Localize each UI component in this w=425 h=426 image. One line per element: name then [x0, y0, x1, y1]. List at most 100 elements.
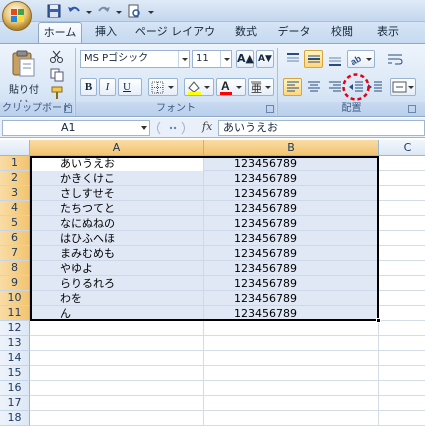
- underline-icon: U: [123, 81, 131, 93]
- gridline: [30, 335, 425, 336]
- cell-a[interactable]: まみむめも: [60, 246, 115, 261]
- redo-icon[interactable]: [96, 3, 112, 19]
- grow-font-button[interactable]: A▲: [236, 50, 254, 68]
- name-box[interactable]: A1: [2, 120, 150, 136]
- clipboard-launcher-icon[interactable]: [64, 105, 72, 113]
- align-top-button[interactable]: [283, 50, 302, 68]
- row-header[interactable]: 12: [0, 321, 30, 336]
- column-header-b[interactable]: B: [204, 140, 379, 156]
- tab-home[interactable]: ホーム: [38, 22, 82, 43]
- undo-dropdown-icon[interactable]: [86, 3, 92, 19]
- cell-a[interactable]: らりるれろ: [60, 276, 115, 291]
- cell-a[interactable]: たちつてと: [60, 201, 115, 216]
- font-launcher-icon[interactable]: [266, 105, 274, 113]
- format-painter-button[interactable]: [48, 85, 66, 99]
- merge-center-button[interactable]: [390, 78, 416, 96]
- orientation-button[interactable]: ab: [347, 50, 375, 68]
- cell-a[interactable]: やゆよ: [60, 261, 93, 276]
- font-size-combo[interactable]: 11: [192, 50, 232, 68]
- cell-b[interactable]: 123456789: [234, 186, 297, 201]
- underline-button[interactable]: U: [118, 78, 142, 96]
- undo-icon[interactable]: [66, 3, 82, 19]
- cell-b[interactable]: 123456789: [234, 261, 297, 276]
- italic-button[interactable]: I: [99, 78, 116, 96]
- paste-button[interactable]: 貼り付け: [4, 48, 42, 111]
- column-header-c[interactable]: C: [379, 140, 425, 156]
- print-preview-icon[interactable]: [126, 3, 142, 19]
- chevron-down-icon[interactable]: [220, 51, 231, 67]
- cell-b[interactable]: 123456789: [234, 156, 297, 171]
- bold-icon: B: [84, 81, 93, 93]
- cell-b[interactable]: 123456789: [234, 201, 297, 216]
- align-center-button[interactable]: [304, 78, 323, 96]
- row-header[interactable]: 18: [0, 411, 30, 426]
- align-bottom-button[interactable]: [325, 50, 344, 68]
- customize-icon[interactable]: [146, 3, 156, 19]
- wrap-text-button[interactable]: [384, 50, 406, 68]
- text-orientation-icon: ab: [349, 53, 372, 67]
- tab-data[interactable]: データ: [272, 22, 316, 43]
- cell-a[interactable]: かきくけこ: [60, 171, 115, 186]
- row-header[interactable]: 16: [0, 381, 30, 396]
- copy-button[interactable]: [48, 67, 66, 83]
- chevron-down-icon[interactable]: [178, 51, 189, 67]
- row-header[interactable]: 3: [0, 186, 30, 201]
- bold-button[interactable]: B: [80, 78, 97, 96]
- redo-dropdown-icon[interactable]: [116, 3, 122, 19]
- row-header[interactable]: 4: [0, 201, 30, 216]
- row-header[interactable]: 10: [0, 291, 30, 306]
- gridline: [30, 350, 425, 351]
- cell-a[interactable]: はひふへほ: [60, 231, 115, 246]
- cell-b[interactable]: 123456789: [234, 216, 297, 231]
- save-icon[interactable]: [46, 3, 62, 19]
- font-color-button[interactable]: A: [216, 78, 246, 96]
- row-header[interactable]: 15: [0, 366, 30, 381]
- active-cell[interactable]: [32, 158, 203, 171]
- row-header[interactable]: 14: [0, 351, 30, 366]
- align-middle-button[interactable]: [304, 50, 323, 68]
- row-header[interactable]: 7: [0, 246, 30, 261]
- cell-b[interactable]: 123456789: [234, 231, 297, 246]
- alignment-launcher-icon[interactable]: [408, 105, 416, 113]
- alignment-group-label: 配置: [278, 102, 425, 116]
- shrink-font-button[interactable]: A▼: [256, 50, 274, 68]
- cell-a[interactable]: さしすせそ: [60, 186, 115, 201]
- row-header[interactable]: 6: [0, 231, 30, 246]
- cell-b[interactable]: 123456789: [234, 171, 297, 186]
- select-all-button[interactable]: [0, 140, 30, 156]
- font-name-combo[interactable]: MS Pゴシック: [80, 50, 190, 68]
- tab-page-layout[interactable]: ページ レイアウト: [130, 22, 220, 58]
- office-button[interactable]: [2, 1, 32, 31]
- insert-function-button[interactable]: fx: [202, 120, 212, 133]
- row-header[interactable]: 2: [0, 171, 30, 186]
- tab-formulas[interactable]: 数式: [226, 22, 266, 43]
- align-left-button[interactable]: [283, 78, 302, 96]
- tab-insert[interactable]: 挿入: [90, 22, 122, 43]
- phonetic-button[interactable]: 亜: [248, 78, 274, 96]
- row-header[interactable]: 5: [0, 216, 30, 231]
- column-header-a[interactable]: A: [30, 140, 204, 156]
- cell-b[interactable]: 123456789: [234, 306, 297, 321]
- cell-a[interactable]: わを: [60, 291, 82, 306]
- row-header[interactable]: 1: [0, 156, 30, 171]
- cell-a[interactable]: なにぬねの: [60, 216, 115, 231]
- row-header[interactable]: 11: [0, 306, 30, 321]
- resize-handle-icon[interactable]: [154, 120, 188, 136]
- chevron-down-icon[interactable]: [141, 126, 147, 130]
- cell-a[interactable]: ん: [60, 306, 71, 321]
- tab-view[interactable]: 表示: [368, 22, 408, 43]
- cut-button[interactable]: [48, 49, 66, 65]
- fill-handle[interactable]: [376, 318, 381, 323]
- cell-b[interactable]: 123456789: [234, 276, 297, 291]
- cell-b[interactable]: 123456789: [234, 291, 297, 306]
- tab-review[interactable]: 校閲: [322, 22, 362, 43]
- row-header[interactable]: 8: [0, 261, 30, 276]
- cell-b[interactable]: 123456789: [234, 246, 297, 261]
- fill-color-button[interactable]: [184, 78, 214, 96]
- borders-button[interactable]: [148, 78, 178, 96]
- row-header[interactable]: 17: [0, 396, 30, 411]
- row-header[interactable]: 9: [0, 276, 30, 291]
- cell-a[interactable]: あいうえお: [60, 156, 115, 171]
- row-header[interactable]: 13: [0, 336, 30, 351]
- formula-input[interactable]: あいうえお: [218, 120, 425, 136]
